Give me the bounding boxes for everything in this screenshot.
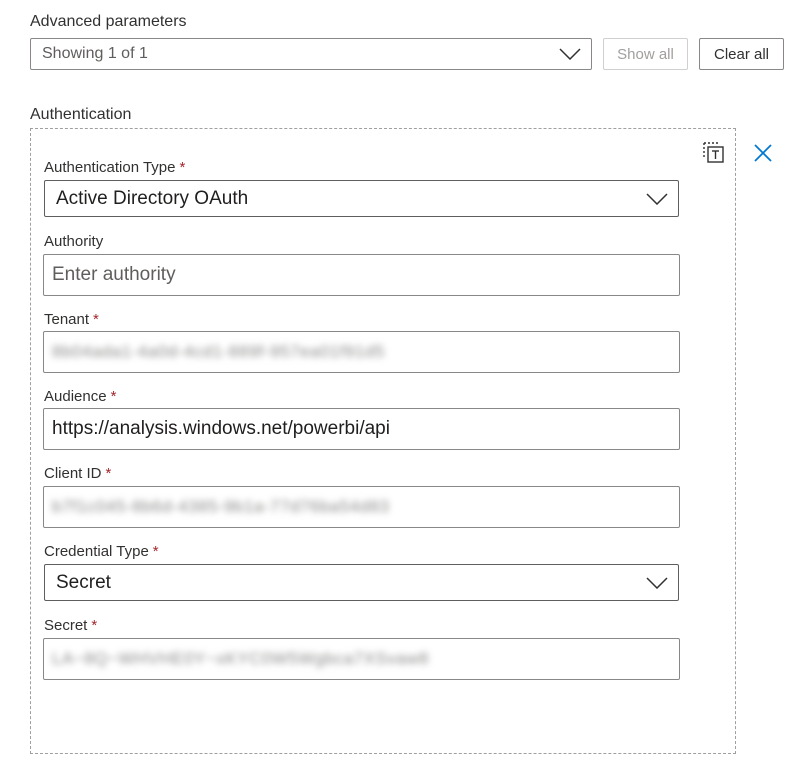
required-mark: * (152, 543, 159, 560)
authentication-type-label-text: Authentication Type (44, 159, 176, 176)
audience-value: https://analysis.windows.net/powerbi/api (52, 418, 390, 439)
authentication-type-dropdown[interactable]: Active Directory OAuth (44, 180, 679, 217)
required-mark: * (105, 465, 112, 482)
chevron-down-icon (646, 192, 668, 205)
secret-input[interactable]: LA~8Q~WHVHE0Y~xKYC0W5Wgbca7XSvaw8 (43, 638, 680, 680)
tenant-input[interactable]: 8b04ada1-4a0d-4cd1-889f-957ea01f91d5 (43, 331, 680, 373)
authority-label: Authority (44, 233, 104, 250)
audience-label-text: Audience (44, 388, 107, 405)
advanced-parameters-title: Advanced parameters (30, 13, 187, 30)
secret-label-text: Secret (44, 617, 88, 634)
close-icon (754, 144, 772, 162)
chevron-down-icon (559, 48, 581, 60)
authentication-section-title: Authentication (30, 106, 132, 123)
credential-type-label: Credential Type * (44, 543, 159, 560)
authentication-type-value: Active Directory OAuth (56, 187, 249, 209)
client-id-value-redacted: b7f1c045-8b6d-4385-9b1a-77d76ba54d83 (52, 497, 390, 516)
credential-type-label-text: Credential Type (44, 543, 149, 560)
secret-value-redacted: LA~8Q~WHVHE0Y~xKYC0W5Wgbca7XSvaw8 (52, 649, 429, 668)
tenant-label-text: Tenant (44, 311, 90, 328)
client-id-label-text: Client ID (44, 465, 102, 482)
required-mark: * (91, 617, 98, 634)
chevron-down-icon (646, 576, 668, 589)
clear-all-button[interactable]: Clear all (699, 38, 784, 70)
required-mark: * (93, 311, 99, 328)
close-button[interactable] (749, 139, 777, 167)
required-mark: * (110, 388, 117, 405)
client-id-input[interactable]: b7f1c045-8b6d-4385-9b1a-77d76ba54d83 (43, 486, 680, 528)
tenant-label: Tenant * (44, 311, 99, 328)
client-id-label: Client ID * (44, 465, 111, 482)
credential-type-dropdown[interactable]: Secret (44, 564, 679, 601)
audience-label: Audience * (44, 388, 116, 405)
tenant-value-redacted: 8b04ada1-4a0d-4cd1-889f-957ea01f91d5 (52, 342, 385, 361)
secret-label: Secret * (44, 617, 97, 634)
credential-type-value: Secret (56, 571, 111, 593)
advanced-parameters-select[interactable]: Showing 1 of 1 (30, 38, 592, 70)
delete-parameter-button[interactable] (700, 138, 728, 166)
show-all-button[interactable]: Show all (603, 38, 688, 70)
authority-input[interactable]: Enter authority (43, 254, 680, 296)
delete-parameter-icon (703, 142, 724, 163)
audience-input[interactable]: https://analysis.windows.net/powerbi/api (43, 408, 680, 450)
authentication-type-label: Authentication Type * (44, 159, 185, 176)
advanced-parameters-select-value: Showing 1 of 1 (42, 45, 148, 62)
required-mark: * (179, 159, 186, 176)
authority-placeholder: Enter authority (52, 264, 176, 285)
